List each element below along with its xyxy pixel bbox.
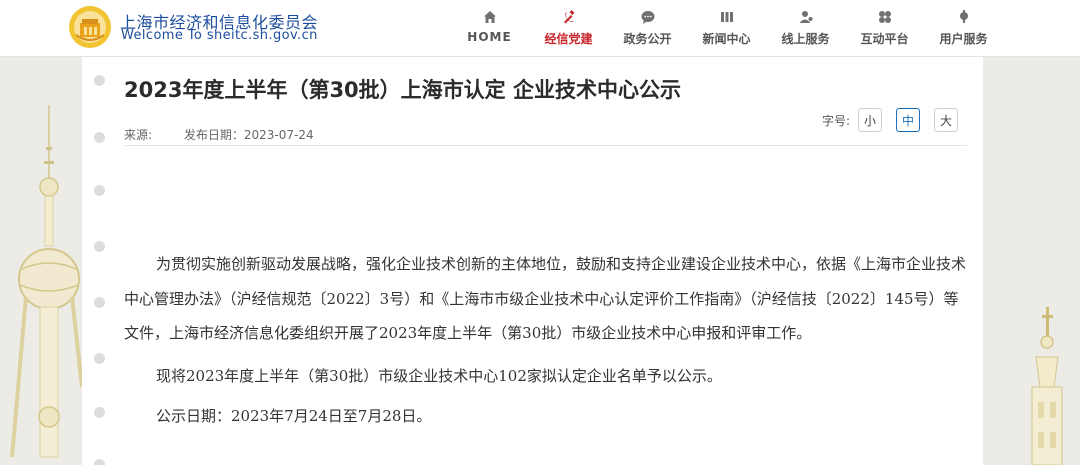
dot-icon xyxy=(94,459,105,465)
pearl-tower-illustration xyxy=(10,105,82,458)
font-size-large-button[interactable]: 大 xyxy=(934,108,959,132)
nav-label: 经信党建 xyxy=(544,32,593,46)
dot-icon xyxy=(94,185,105,196)
dot-icon xyxy=(94,407,105,418)
article-title: 2023年度上半年（第30批）上海市认定 企业技术中心公示 xyxy=(124,78,681,102)
article-paragraph: 现将2023年度上半年（第30批）市级企业技术中心102家拟认定企业名单予以公示… xyxy=(156,366,722,385)
nav-government-affairs[interactable]: 政务公开 xyxy=(608,0,687,57)
article-paragraph: 为贯彻实施创新驱动发展战略，强化企业技术创新的主体地位，鼓励和支持企业建设企业技… xyxy=(124,255,967,342)
decorative-dots xyxy=(82,57,118,465)
nav-label: 政务公开 xyxy=(623,32,672,46)
source-label: 来源: xyxy=(124,128,153,142)
article-paragraph: 公示日期：2023年7月24日至7月28日。 xyxy=(156,407,432,425)
home-icon xyxy=(483,11,496,23)
main-nav: HOME 经信党建 政务公开 新闻中心 线上服务 互动平台 用户服务 xyxy=(450,0,1003,57)
nav-label: 互动平台 xyxy=(860,32,909,46)
nav-label: 线上服务 xyxy=(781,32,830,46)
dot-icon xyxy=(94,132,105,143)
article-body: 为贯彻实施创新驱动发展战略，强化企业技术创新的主体地位，鼓励和支持企业建设企业技… xyxy=(124,247,967,434)
org-name-en[interactable]: Welcome To sheitc.sh.gov.cn xyxy=(121,28,318,43)
font-size-label: 字号: xyxy=(822,113,851,128)
person-service-icon xyxy=(799,11,812,23)
nav-label: HOME xyxy=(467,30,512,44)
nav-party-building[interactable]: 经信党建 xyxy=(529,0,608,57)
site-header: 上海市经济和信息化委员会 Welcome To sheitc.sh.gov.cn… xyxy=(0,0,1080,57)
font-size-small-button[interactable]: 小 xyxy=(858,108,883,132)
dot-icon xyxy=(94,297,105,308)
nav-news-center[interactable]: 新闻中心 xyxy=(687,0,766,57)
chat-bubble-icon xyxy=(641,11,654,24)
divider xyxy=(124,145,967,146)
news-icon xyxy=(720,12,733,22)
nav-label: 新闻中心 xyxy=(702,32,751,46)
nav-label: 用户服务 xyxy=(939,32,988,46)
publish-date: 发布日期：2023-07-24 xyxy=(183,128,314,142)
nav-online-services[interactable]: 线上服务 xyxy=(766,0,845,57)
interaction-icon xyxy=(878,11,891,23)
dot-icon xyxy=(94,75,105,86)
article-meta: 来源: 发布日期：2023-07-24 xyxy=(124,126,314,143)
emblem-logo-icon[interactable] xyxy=(68,5,112,49)
dot-icon xyxy=(94,241,105,252)
user-service-icon xyxy=(959,10,968,23)
party-emblem-icon xyxy=(563,10,574,24)
article-card: 2023年度上半年（第30批）上海市认定 企业技术中心公示 来源: 发布日期：2… xyxy=(82,57,983,465)
nav-user-services[interactable]: 用户服务 xyxy=(924,0,1003,57)
font-size-medium-button[interactable]: 中 xyxy=(896,108,921,132)
nav-interaction-platform[interactable]: 互动平台 xyxy=(845,0,924,57)
nav-home[interactable]: HOME xyxy=(450,0,529,57)
tower-spire-illustration xyxy=(1031,307,1063,465)
dot-icon xyxy=(94,353,105,364)
font-size-switcher: 字号: 小 中 大 xyxy=(822,108,972,132)
